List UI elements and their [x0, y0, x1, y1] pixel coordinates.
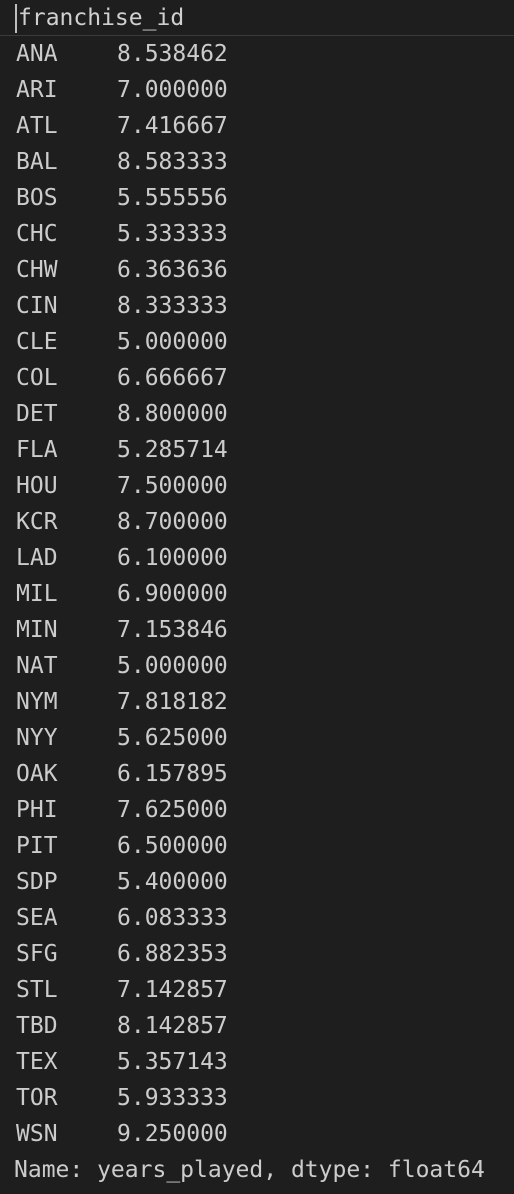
years-played-value-cell: 6.500000 — [117, 833, 228, 859]
years-played-value-cell: 7.153846 — [117, 617, 228, 643]
franchise-id-cell: CHC — [16, 221, 58, 247]
franchise-id-cell: SEA — [16, 905, 58, 931]
franchise-id-cell: CHW — [16, 257, 58, 283]
franchise-id-cell: MIN — [16, 617, 58, 643]
years-played-value-cell: 6.882353 — [117, 941, 228, 967]
series-row: SEA 6.083333 — [0, 900, 514, 936]
series-row: MIL 6.900000 — [0, 576, 514, 612]
series-row: TBD 8.142857 — [0, 1008, 514, 1044]
years-played-value-cell: 6.666667 — [117, 365, 228, 391]
series-row: MIN 7.153846 — [0, 612, 514, 648]
franchise-id-cell: NYM — [16, 689, 58, 715]
series-row: PHI 7.625000 — [0, 792, 514, 828]
series-row: NYM 7.818182 — [0, 684, 514, 720]
series-row: DET 8.800000 — [0, 396, 514, 432]
years-played-value-cell: 5.933333 — [117, 1085, 228, 1111]
index-name-label: franchise_id — [18, 5, 185, 31]
years-played-value-cell: 8.800000 — [117, 401, 228, 427]
series-footer: Name: years_played, dtype: float64 — [14, 1157, 485, 1183]
series-row: SDP 5.400000 — [0, 864, 514, 900]
series-row: ANA 8.538462 — [0, 36, 514, 72]
franchise-id-cell: WSN — [16, 1121, 58, 1147]
series-row: NYY 5.625000 — [0, 720, 514, 756]
series-row: TOR 5.933333 — [0, 1080, 514, 1116]
years-played-value-cell: 8.142857 — [117, 1013, 228, 1039]
franchise-id-cell: ANA — [16, 41, 58, 67]
years-played-value-cell: 8.583333 — [117, 149, 228, 175]
series-row: BOS 5.555556 — [0, 180, 514, 216]
franchise-id-cell: FLA — [16, 437, 58, 463]
years-played-value-cell: 6.157895 — [117, 761, 228, 787]
years-played-value-cell: 6.100000 — [117, 545, 228, 571]
years-played-value-cell: 7.500000 — [117, 473, 228, 499]
series-row: NAT 5.000000 — [0, 648, 514, 684]
series-index-header: franchise_id — [0, 0, 514, 36]
series-row: COL 6.666667 — [0, 360, 514, 396]
franchise-id-cell: PHI — [16, 797, 58, 823]
franchise-id-cell: DET — [16, 401, 58, 427]
franchise-id-cell: NAT — [16, 653, 58, 679]
franchise-id-cell: KCR — [16, 509, 58, 535]
franchise-id-cell: ARI — [16, 77, 58, 103]
series-row: TEX 5.357143 — [0, 1044, 514, 1080]
years-played-value-cell: 5.625000 — [117, 725, 228, 751]
series-row: CIN 8.333333 — [0, 288, 514, 324]
years-played-value-cell: 5.000000 — [117, 329, 228, 355]
franchise-id-cell: CLE — [16, 329, 58, 355]
series-row: FLA 5.285714 — [0, 432, 514, 468]
years-played-value-cell: 9.250000 — [117, 1121, 228, 1147]
franchise-id-cell: CIN — [16, 293, 58, 319]
franchise-id-cell: NYY — [16, 725, 58, 751]
years-played-value-cell: 5.400000 — [117, 869, 228, 895]
years-played-value-cell: 7.625000 — [117, 797, 228, 823]
years-played-value-cell: 6.900000 — [117, 581, 228, 607]
franchise-id-cell: TBD — [16, 1013, 58, 1039]
series-rows: ANA 8.538462 ARI 7.000000 ATL 7.416667 BAL 8.58… — [0, 36, 514, 1152]
franchise-id-cell: HOU — [16, 473, 58, 499]
franchise-id-cell: COL — [16, 365, 58, 391]
franchise-id-cell: BAL — [16, 149, 58, 175]
years-played-value-cell: 7.142857 — [117, 977, 228, 1003]
years-played-value-cell: 5.333333 — [117, 221, 228, 247]
franchise-id-cell: LAD — [16, 545, 58, 571]
series-row: OAK 6.157895 — [0, 756, 514, 792]
years-played-value-cell: 5.357143 — [117, 1049, 228, 1075]
franchise-id-cell: SFG — [16, 941, 58, 967]
series-row: CLE 5.000000 — [0, 324, 514, 360]
series-row: ATL 7.416667 — [0, 108, 514, 144]
franchise-id-cell: PIT — [16, 833, 58, 859]
series-row: LAD 6.100000 — [0, 540, 514, 576]
years-played-value-cell: 8.700000 — [117, 509, 228, 535]
franchise-id-cell: SDP — [16, 869, 58, 895]
years-played-value-cell: 6.083333 — [117, 905, 228, 931]
series-row: KCR 8.700000 — [0, 504, 514, 540]
years-played-value-cell: 7.818182 — [117, 689, 228, 715]
series-row: STL 7.142857 — [0, 972, 514, 1008]
franchise-id-cell: STL — [16, 977, 58, 1003]
series-row: WSN 9.250000 — [0, 1116, 514, 1152]
years-played-value-cell: 7.416667 — [117, 113, 228, 139]
franchise-id-cell: MIL — [16, 581, 58, 607]
years-played-value-cell: 5.000000 — [117, 653, 228, 679]
years-played-value-cell: 5.285714 — [117, 437, 228, 463]
text-cursor — [15, 4, 17, 33]
series-row: CHC 5.333333 — [0, 216, 514, 252]
series-row: PIT 6.500000 — [0, 828, 514, 864]
series-row: SFG 6.882353 — [0, 936, 514, 972]
years-played-value-cell: 8.538462 — [117, 41, 228, 67]
franchise-id-cell: OAK — [16, 761, 58, 787]
series-row: ARI 7.000000 — [0, 72, 514, 108]
franchise-id-cell: TEX — [16, 1049, 58, 1075]
franchise-id-cell: ATL — [16, 113, 58, 139]
years-played-value-cell: 7.000000 — [117, 77, 228, 103]
years-played-value-cell: 6.363636 — [117, 257, 228, 283]
franchise-id-cell: BOS — [16, 185, 58, 211]
years-played-value-cell: 8.333333 — [117, 293, 228, 319]
years-played-value-cell: 5.555556 — [117, 185, 228, 211]
series-output: franchise_id ANA 8.538462 ARI 7.000000 ATL 7.… — [0, 0, 514, 1194]
franchise-id-cell: TOR — [16, 1085, 58, 1111]
series-row: CHW 6.363636 — [0, 252, 514, 288]
series-row: BAL 8.583333 — [0, 144, 514, 180]
series-row: HOU 7.500000 — [0, 468, 514, 504]
